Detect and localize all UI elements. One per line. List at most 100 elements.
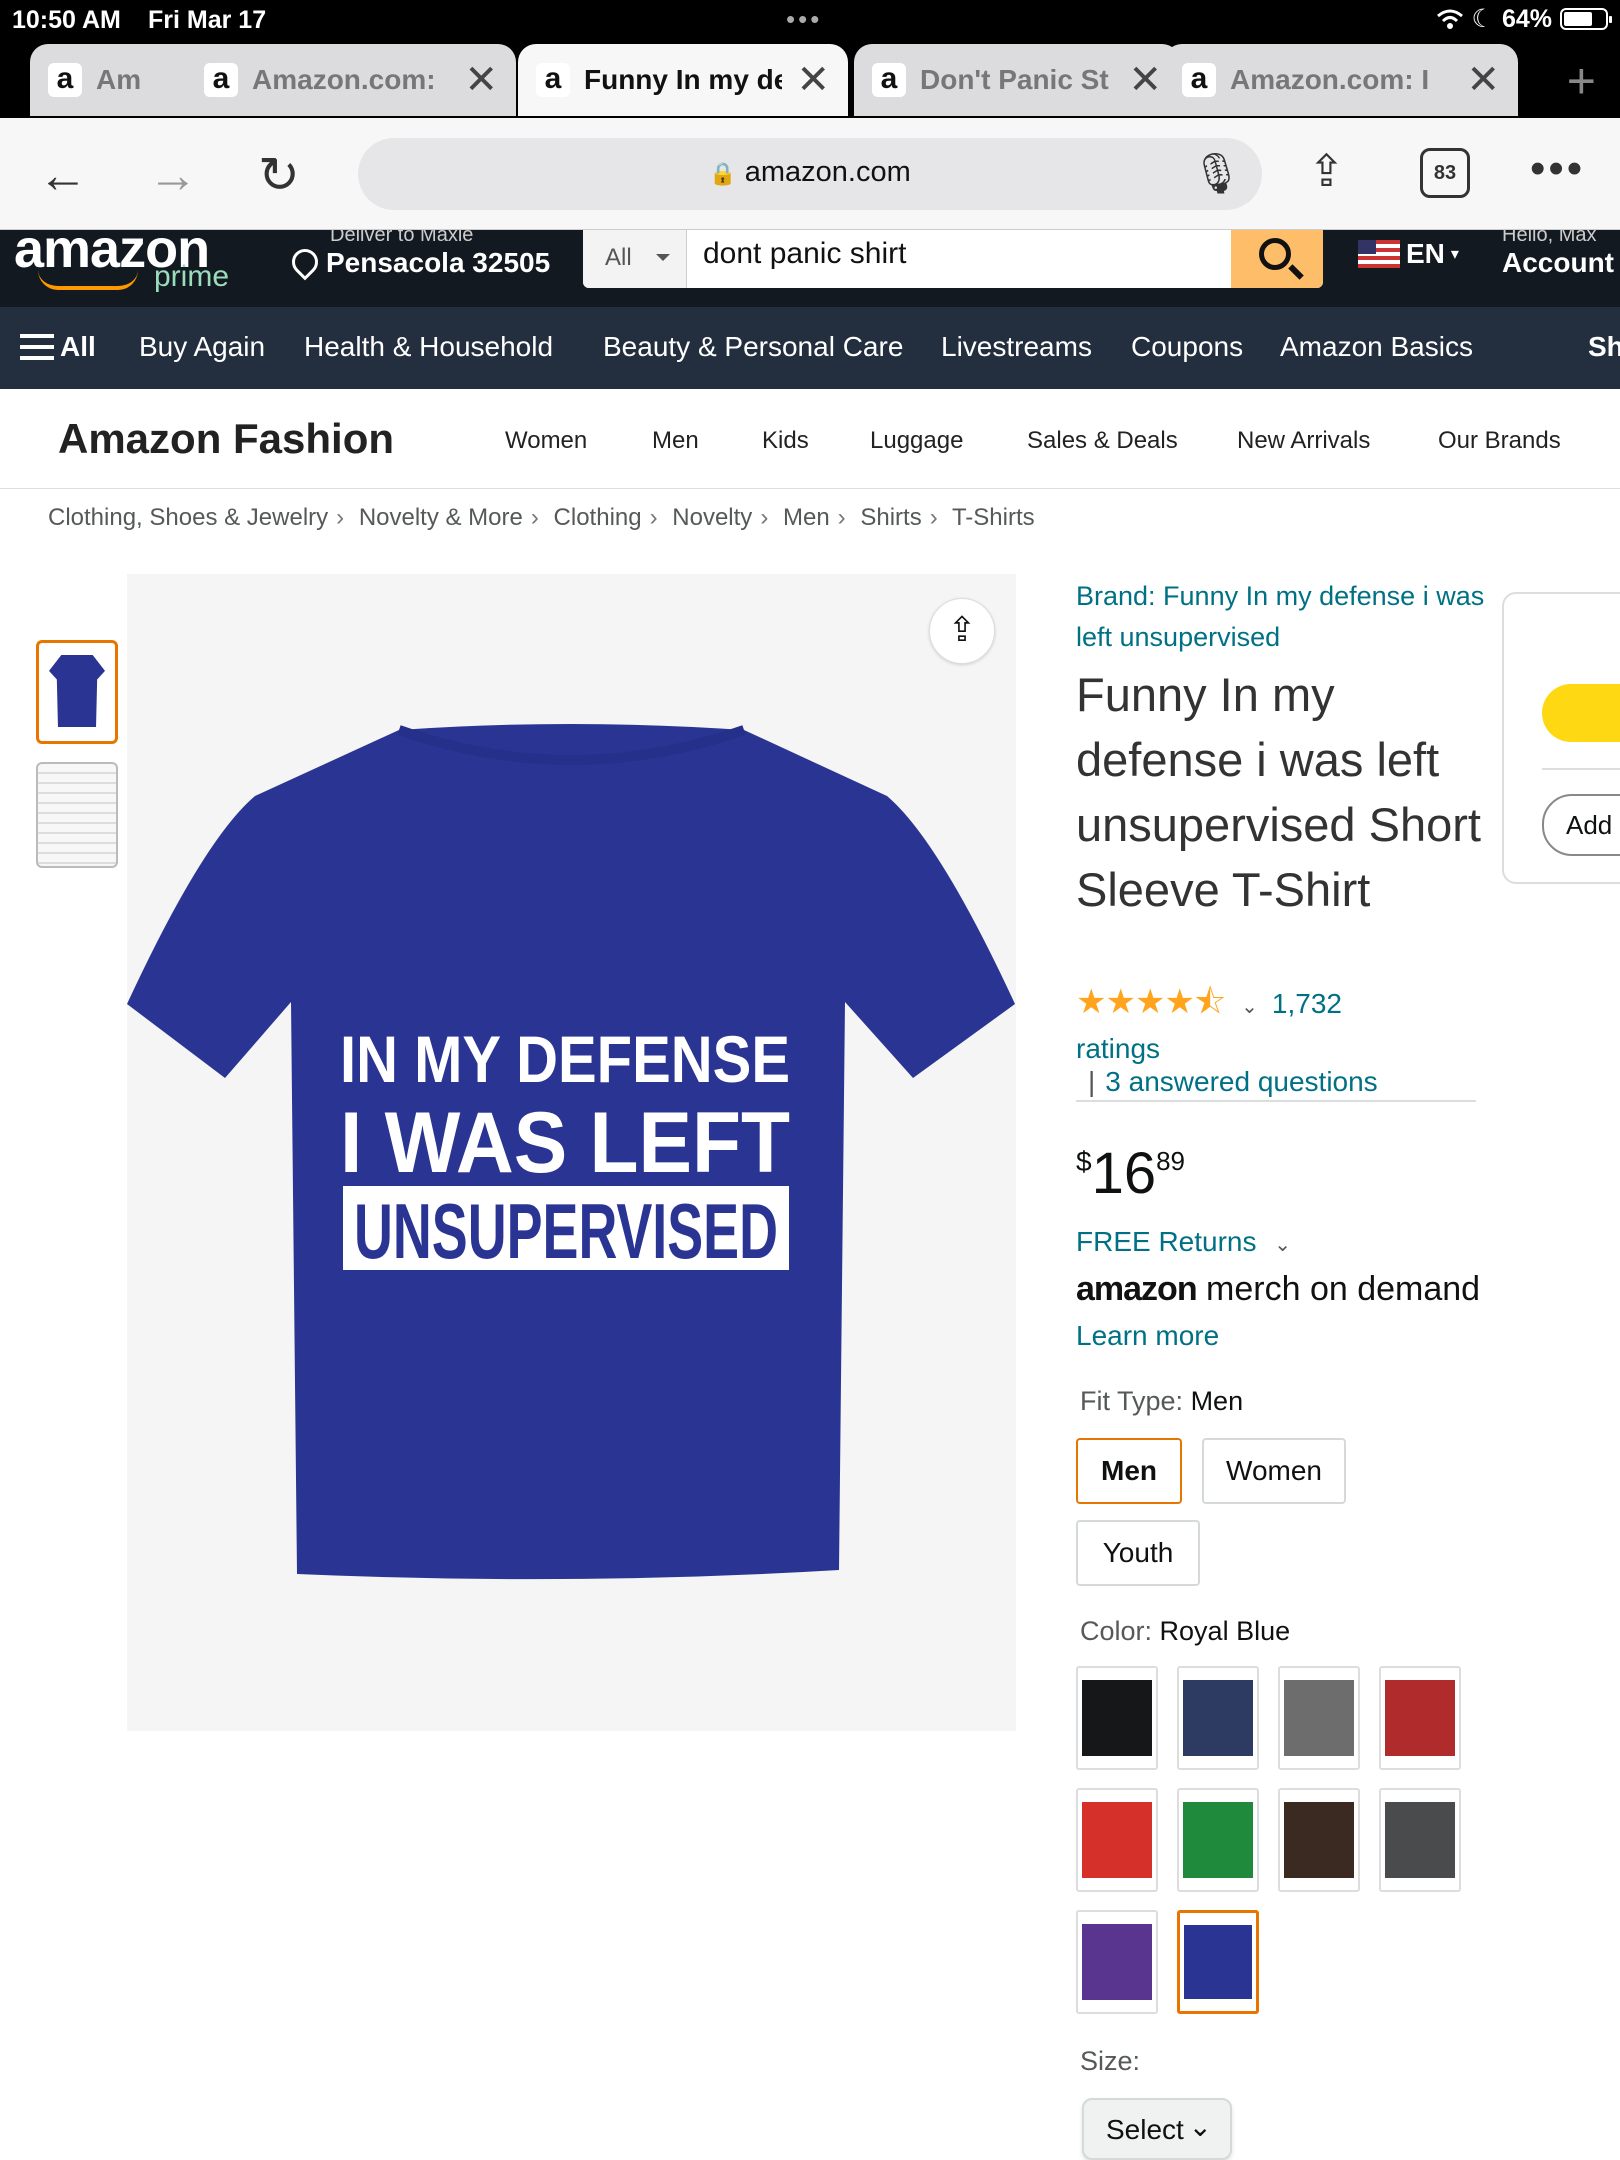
battery-icon bbox=[1560, 8, 1612, 30]
back-arrow-icon[interactable]: ← bbox=[38, 146, 88, 204]
close-tab-icon[interactable]: ✕ bbox=[796, 57, 830, 103]
breadcrumb: Clothing, Shoes & Jewelry › Novelty & Mor… bbox=[48, 504, 1035, 532]
microphone-icon[interactable]: 🎙 bbox=[1191, 150, 1242, 197]
fashion-link-our-brands[interactable]: Our Brands bbox=[1438, 427, 1561, 455]
browser-tab-5[interactable]: a Amazon.com: I ✕ bbox=[1164, 44, 1518, 116]
amazon-fashion-title[interactable]: Amazon Fashion bbox=[58, 415, 394, 463]
breadcrumb-separator-icon: › bbox=[336, 504, 345, 531]
share-icon[interactable]: ⇪ bbox=[1308, 146, 1345, 197]
deliver-to-label: Deliver to Maxie bbox=[330, 230, 474, 246]
multitasking-dots-icon[interactable]: ••• bbox=[786, 4, 822, 35]
nav-shop-truncated[interactable]: Sh bbox=[1588, 331, 1620, 363]
color-swatch[interactable] bbox=[1177, 1788, 1259, 1892]
nav-all-menu[interactable]: All bbox=[20, 331, 96, 363]
size-label: Size: bbox=[1080, 2046, 1141, 2076]
search-category-dropdown[interactable]: All bbox=[583, 230, 687, 288]
close-tab-icon[interactable]: ✕ bbox=[1466, 57, 1500, 103]
breadcrumb-item[interactable]: Shirts bbox=[860, 504, 921, 531]
tab-strip: a Am a Amazon.com: ✕ a Funny In my de ✕ … bbox=[0, 40, 1620, 118]
free-returns-link[interactable]: FREE Returns ⌄ bbox=[1076, 1226, 1291, 1258]
forward-arrow-icon[interactable]: → bbox=[148, 146, 198, 204]
learn-more-link[interactable]: Learn more bbox=[1076, 1320, 1219, 1352]
amazon-favicon-icon: a bbox=[204, 63, 238, 97]
close-tab-icon[interactable]: ✕ bbox=[1128, 57, 1162, 103]
amazon-fashion-bar: Amazon Fashion Women Men Kids Luggage Sa… bbox=[0, 389, 1620, 489]
fit-option-women[interactable]: Women bbox=[1202, 1438, 1346, 1504]
color-swatch[interactable] bbox=[1278, 1788, 1360, 1892]
product-main-image[interactable]: IN MY DEFENSE I WAS LEFT UNSUPERVISED bbox=[127, 574, 1016, 1731]
color-swatch[interactable] bbox=[1379, 1666, 1461, 1770]
color-swatch[interactable] bbox=[1379, 1788, 1461, 1892]
breadcrumb-item[interactable]: Novelty & More bbox=[359, 504, 523, 531]
share-image-icon[interactable]: ⇪ bbox=[929, 598, 995, 664]
swatch-fill bbox=[1183, 1802, 1253, 1878]
answered-questions: | 3 answered questions bbox=[1076, 1066, 1476, 1102]
amazon-favicon-icon: a bbox=[1182, 63, 1216, 97]
address-toolbar: ← → ↻ 🔒 amazon.com 🎙 ⇪ 83 ••• bbox=[0, 118, 1620, 230]
nav-coupons[interactable]: Coupons bbox=[1131, 331, 1243, 363]
add-to-list-button[interactable]: Add bbox=[1542, 794, 1620, 856]
nav-health-household[interactable]: Health & Household bbox=[304, 331, 553, 363]
breadcrumb-item[interactable]: Clothing, Shoes & Jewelry bbox=[48, 504, 328, 531]
color-swatch[interactable] bbox=[1076, 1666, 1158, 1770]
fashion-link-new-arrivals[interactable]: New Arrivals bbox=[1237, 427, 1370, 455]
fashion-link-sales-deals[interactable]: Sales & Deals bbox=[1027, 427, 1178, 455]
fit-option-youth[interactable]: Youth bbox=[1076, 1520, 1200, 1586]
color-swatch[interactable] bbox=[1177, 1666, 1259, 1770]
color-swatch[interactable] bbox=[1278, 1666, 1360, 1770]
answered-questions-link[interactable]: 3 answered questions bbox=[1105, 1066, 1377, 1097]
fashion-link-luggage[interactable]: Luggage bbox=[870, 427, 963, 455]
nav-buy-again[interactable]: Buy Again bbox=[139, 331, 265, 363]
nav-all-label: All bbox=[60, 331, 96, 362]
search-button[interactable] bbox=[1231, 230, 1323, 288]
nav-livestreams[interactable]: Livestreams bbox=[941, 331, 1092, 363]
fit-option-men[interactable]: Men bbox=[1076, 1438, 1182, 1504]
price-symbol: $ bbox=[1076, 1146, 1092, 1177]
breadcrumb-separator-icon: › bbox=[929, 504, 938, 531]
nav-amazon-basics[interactable]: Amazon Basics bbox=[1280, 331, 1473, 363]
breadcrumb-item[interactable]: Men bbox=[783, 504, 830, 531]
amazon-favicon-icon: a bbox=[536, 63, 570, 97]
fashion-link-men[interactable]: Men bbox=[652, 427, 699, 455]
reload-icon[interactable]: ↻ bbox=[258, 146, 300, 204]
add-to-cart-button[interactable] bbox=[1542, 684, 1620, 742]
moon-icon: ☾ bbox=[1471, 5, 1494, 33]
deliver-location: Pensacola 32505 bbox=[326, 247, 551, 278]
account-menu[interactable]: Hello, Max Account & bbox=[1502, 230, 1620, 279]
tab-count-button[interactable]: 83 bbox=[1420, 148, 1470, 198]
ratings-count[interactable]: 1,732 bbox=[1272, 988, 1342, 1019]
nav-beauty-personal-care[interactable]: Beauty & Personal Care bbox=[603, 331, 903, 363]
shirt-print-line-2: I WAS LEFT bbox=[340, 1095, 790, 1191]
new-tab-plus-icon[interactable]: + bbox=[1567, 52, 1596, 110]
ratings-label[interactable]: ratings bbox=[1076, 1033, 1160, 1064]
hamburger-menu-icon bbox=[20, 334, 54, 360]
browser-tab-2[interactable]: a Amazon.com: ✕ bbox=[186, 44, 516, 116]
close-tab-icon[interactable]: ✕ bbox=[464, 57, 498, 103]
browser-tab-3[interactable]: a Funny In my de ✕ bbox=[518, 44, 848, 116]
thumbnail-size-chart[interactable] bbox=[36, 762, 118, 868]
brand-link[interactable]: Brand: Funny In my defense i was left un… bbox=[1076, 576, 1486, 658]
star-rating-icon[interactable]: ★★★★⯪ bbox=[1076, 983, 1226, 1021]
breadcrumb-item[interactable]: Novelty bbox=[672, 504, 752, 531]
color-label: Color: Royal Blue bbox=[1080, 1616, 1290, 1647]
color-swatch[interactable] bbox=[1076, 1788, 1158, 1892]
chevron-down-icon: ▾ bbox=[1450, 246, 1459, 263]
color-swatch[interactable] bbox=[1076, 1910, 1158, 2014]
thumbnail-shirt[interactable] bbox=[36, 640, 118, 744]
language-selector[interactable]: EN ▾ bbox=[1358, 238, 1459, 270]
address-bar[interactable]: 🔒 amazon.com 🎙 bbox=[358, 138, 1262, 210]
breadcrumb-item[interactable]: Clothing bbox=[554, 504, 642, 531]
search-input[interactable]: dont panic shirt bbox=[703, 230, 1203, 288]
chevron-down-icon[interactable]: ⌄ bbox=[1241, 996, 1258, 1018]
shirt-print-line-3: UNSUPERVISED bbox=[354, 1187, 778, 1275]
browser-tab-4[interactable]: a Don't Panic St ✕ bbox=[854, 44, 1180, 116]
fit-type-value: Men bbox=[1190, 1386, 1244, 1416]
size-select-dropdown[interactable]: Select ⌄ bbox=[1082, 2098, 1232, 2160]
color-swatch-selected[interactable] bbox=[1177, 1910, 1259, 2014]
breadcrumb-item[interactable]: T-Shirts bbox=[952, 504, 1035, 531]
swatch-fill bbox=[1082, 1802, 1152, 1878]
fashion-link-kids[interactable]: Kids bbox=[762, 427, 809, 455]
more-menu-icon[interactable]: ••• bbox=[1530, 144, 1585, 194]
fashion-link-women[interactable]: Women bbox=[505, 427, 587, 455]
deliver-to[interactable]: Deliver to Maxie Pensacola 32505 bbox=[286, 230, 551, 281]
